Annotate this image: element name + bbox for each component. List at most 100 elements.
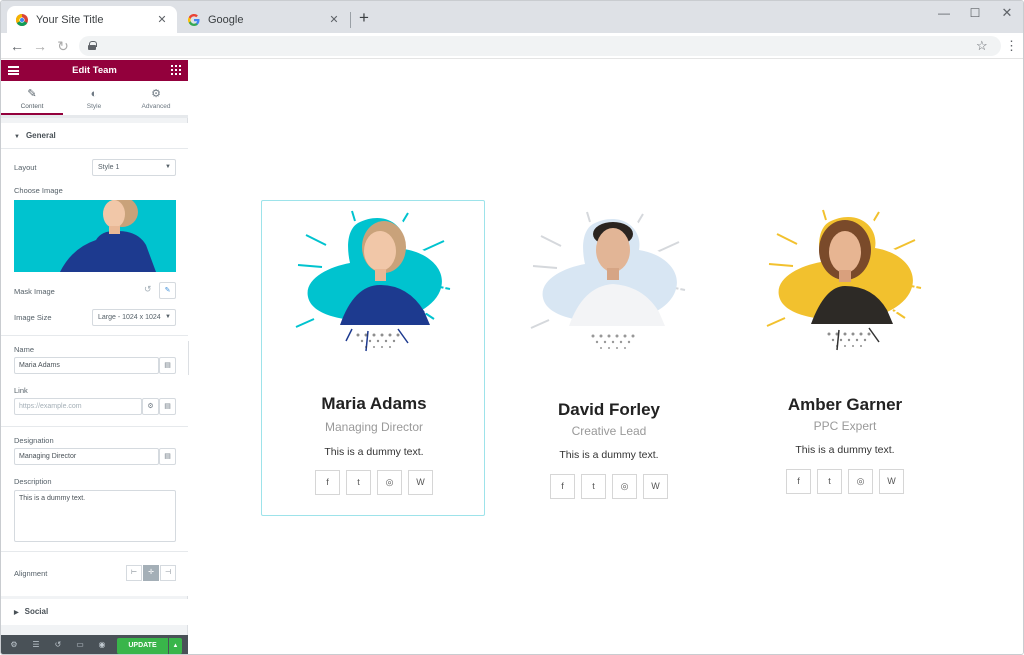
image-size-select-value: Large - 1024 x 1024 (98, 314, 161, 321)
new-tab-button[interactable]: + (356, 9, 372, 27)
browser-menu-icon[interactable]: ⋮ (1005, 38, 1018, 54)
link-input[interactable]: https://example.com (14, 398, 142, 415)
member-designation: Managing Director (324, 420, 424, 434)
instagram-icon[interactable]: ◎ (612, 474, 637, 499)
description-label: Description (14, 477, 52, 486)
tab-google[interactable]: Google ✕ (179, 6, 349, 33)
social-icons: f t ◎ W (497, 474, 721, 499)
url-input[interactable] (79, 36, 1001, 56)
preview-canvas: Maria Adams Managing Director This is a … (189, 60, 1023, 654)
tab-style-label: Style (86, 103, 102, 110)
close-tab-icon[interactable]: ✕ (328, 13, 340, 26)
designation-input[interactable]: Managing Director (14, 448, 159, 465)
wordpress-icon[interactable]: W (408, 470, 433, 495)
image-preview[interactable] (14, 200, 176, 272)
twitter-icon[interactable]: t (581, 474, 606, 499)
member-name: Amber Garner (787, 395, 903, 414)
facebook-icon[interactable]: f (315, 470, 340, 495)
align-center-icon[interactable]: ✛ (143, 565, 159, 581)
name-input[interactable]: Maria Adams (14, 357, 159, 374)
wordpress-icon[interactable]: W (643, 474, 668, 499)
designation-label: Designation (14, 436, 54, 445)
chevron-down-icon: ▼ (165, 314, 171, 320)
update-button[interactable]: UPDATE (117, 638, 168, 654)
team-member-card[interactable]: David Forley Creative Lead This is a dum… (497, 206, 721, 522)
settings-icon[interactable]: ⚙ (7, 638, 21, 652)
member-photo (766, 208, 922, 351)
team-member-card[interactable]: Maria Adams Managing Director This is a … (261, 200, 485, 516)
align-right-icon[interactable]: ⊣ (160, 565, 176, 581)
instagram-icon[interactable]: ◎ (377, 470, 402, 495)
minimize-button[interactable]: — (933, 5, 955, 21)
social-section-header[interactable]: ▶ Social (1, 599, 188, 625)
contrast-icon: ◐ (90, 88, 98, 100)
mask-image-label: Mask Image (14, 287, 55, 296)
choose-image-label: Choose Image (14, 186, 63, 195)
description-textarea[interactable]: This is a dummy text. (14, 490, 176, 542)
member-description: This is a dummy text. (559, 449, 659, 461)
portrait-thumbnail (14, 200, 176, 272)
general-section-title: General (25, 131, 56, 140)
panel-tabs: ✎ Content ◐ Style ⚙ Advanced (1, 81, 188, 118)
panel-footer: ⚙ ☰ ↺ ▭ ◉ UPDATE ▲ (1, 635, 188, 654)
lock-icon (88, 41, 97, 50)
caret-right-icon: ▶ (14, 610, 19, 616)
tab-your-site-title[interactable]: Your Site Title ✕ (7, 6, 177, 33)
layout-label: Layout (14, 163, 37, 172)
reload-button[interactable]: ↻ (55, 38, 71, 54)
dynamic-tags-icon[interactable]: ▤ (159, 448, 176, 465)
member-photo (295, 209, 451, 352)
reset-icon[interactable]: ↺ (144, 284, 152, 295)
image-size-select[interactable]: Large - 1024 x 1024 ▼ (92, 309, 176, 326)
social-icons: f t ◎ W (262, 470, 486, 495)
facebook-icon[interactable]: f (786, 469, 811, 494)
general-section-header[interactable]: ▼ General (1, 123, 188, 149)
tab-content[interactable]: ✎ Content (1, 81, 63, 115)
divider (1, 335, 188, 336)
back-button[interactable]: ← (9, 38, 25, 54)
divider (1, 551, 188, 552)
tab-bar: Your Site Title ✕ Google ✕ + — ☐ ✕ (1, 1, 1023, 33)
widgets-grid-icon[interactable] (171, 65, 181, 75)
close-window-button[interactable]: ✕ (996, 5, 1018, 21)
editor-panel: Edit Team ✎ Content ◐ Style ⚙ Advanced ▼… (1, 60, 188, 654)
team-member-card[interactable]: Amber Garner PPC Expert This is a dummy … (733, 200, 957, 516)
layers-icon[interactable]: ☰ (29, 638, 43, 652)
facebook-icon[interactable]: f (550, 474, 575, 499)
wordpress-icon[interactable]: W (879, 469, 904, 494)
tab-title: Google (208, 13, 244, 26)
name-label: Name (14, 345, 35, 354)
link-settings-icon[interactable]: ⚙ (142, 398, 159, 415)
forward-button[interactable]: → (32, 38, 48, 54)
tab-style[interactable]: ◐ Style (63, 81, 125, 115)
member-description: This is a dummy text. (324, 446, 424, 458)
member-photo (530, 210, 686, 349)
tab-advanced[interactable]: ⚙ Advanced (125, 81, 187, 115)
member-designation: PPC Expert (813, 419, 877, 433)
layout-select[interactable]: Style 1 ▼ (92, 159, 176, 176)
history-icon[interactable]: ↺ (51, 638, 65, 652)
edit-mask-icon[interactable]: ✎ (159, 282, 176, 299)
dynamic-tags-icon[interactable]: ▤ (159, 357, 176, 374)
panel-title: Edit Team (72, 65, 117, 76)
maximize-button[interactable]: ☐ (964, 5, 986, 21)
dynamic-tags-icon[interactable]: ▤ (159, 398, 176, 415)
social-icons: f t ◎ W (733, 469, 957, 494)
member-description: This is a dummy text. (795, 444, 895, 456)
tab-title: Your Site Title (36, 13, 104, 26)
instagram-icon[interactable]: ◎ (848, 469, 873, 494)
bookmark-star-icon[interactable]: ☆ (976, 38, 988, 54)
preview-eye-icon[interactable]: ◉ (95, 638, 109, 652)
responsive-icon[interactable]: ▭ (73, 638, 87, 652)
alignment-label: Alignment (14, 569, 48, 578)
panel-header: Edit Team (1, 60, 188, 81)
close-tab-icon[interactable]: ✕ (156, 13, 168, 26)
chevron-up-icon[interactable]: ▲ (169, 638, 182, 654)
chrome-icon (16, 13, 28, 26)
chevron-down-icon: ▼ (165, 164, 171, 170)
align-left-icon[interactable]: ⊢ (126, 565, 142, 581)
twitter-icon[interactable]: t (346, 470, 371, 495)
tab-content-label: Content (20, 103, 44, 110)
twitter-icon[interactable]: t (817, 469, 842, 494)
address-bar-row: ← → ↻ ☆ ⋮ (1, 33, 1023, 59)
